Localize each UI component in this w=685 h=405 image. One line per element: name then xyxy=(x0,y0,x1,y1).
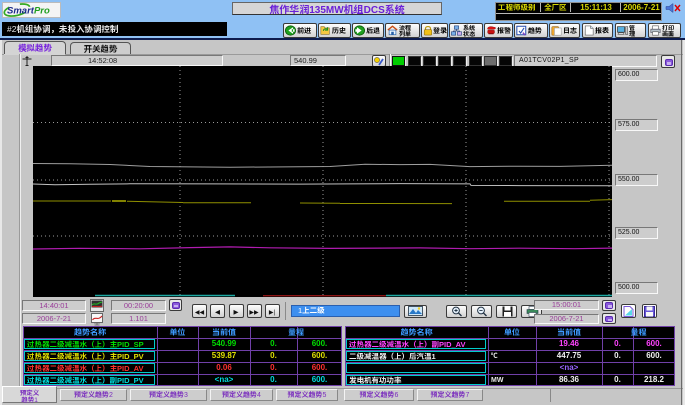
svg-text:SmartPro: SmartPro xyxy=(7,6,50,17)
